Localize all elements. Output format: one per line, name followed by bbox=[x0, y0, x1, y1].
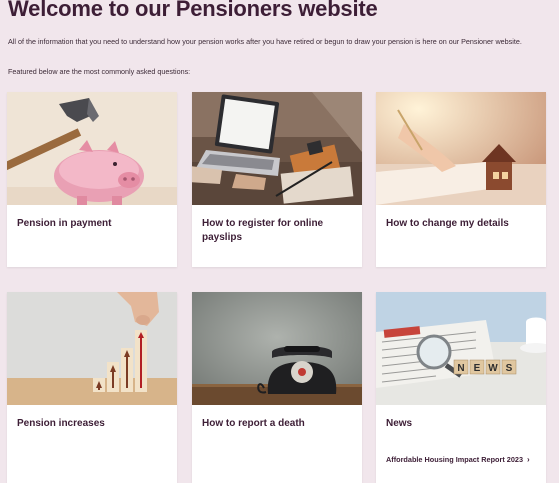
card-label: How to register for online payslips bbox=[202, 218, 324, 243]
svg-text:W: W bbox=[488, 363, 498, 374]
featured-text: Featured below are the most commonly ask… bbox=[8, 67, 191, 76]
page-title: Welcome to our Pensioners website bbox=[8, 0, 378, 21]
card-pension-in-payment[interactable]: Pension in payment bbox=[7, 92, 177, 267]
news-article-link[interactable]: Affordable Housing Impact Report 2023 › bbox=[386, 455, 530, 464]
news-link-text[interactable]: Affordable Housing Impact Report 2023 bbox=[386, 455, 523, 464]
card-report-a-death[interactable]: How to report a death bbox=[192, 292, 362, 483]
card-change-my-details[interactable]: How to change my details bbox=[376, 92, 546, 267]
card-label: Pension in payment bbox=[17, 218, 112, 229]
card-label: Pension increases bbox=[17, 418, 105, 429]
rotary-telephone-image[interactable] bbox=[192, 292, 362, 405]
rising-arrows-image[interactable] bbox=[7, 292, 177, 405]
card-label: How to report a death bbox=[202, 418, 305, 429]
card-news[interactable]: N E W S News Affordable Housing Impact R… bbox=[376, 292, 546, 483]
writing-house-image[interactable] bbox=[376, 92, 546, 205]
hammer-piggy-bank-image[interactable] bbox=[7, 92, 177, 205]
svg-text:S: S bbox=[506, 363, 513, 374]
card-label: News bbox=[386, 418, 413, 429]
svg-text:E: E bbox=[474, 363, 481, 374]
card-register-online-payslips[interactable]: How to register for online payslips bbox=[192, 92, 362, 267]
laptop-desk-image[interactable] bbox=[192, 92, 362, 205]
svg-text:N: N bbox=[457, 363, 464, 374]
card-pension-increases[interactable]: Pension increases bbox=[7, 292, 177, 483]
card-label: How to change my details bbox=[386, 218, 509, 229]
chevron-right-icon: › bbox=[527, 455, 530, 464]
newspaper-magnifier-image[interactable]: N E W S bbox=[376, 292, 546, 405]
intro-text: All of the information that you need to … bbox=[8, 37, 522, 46]
